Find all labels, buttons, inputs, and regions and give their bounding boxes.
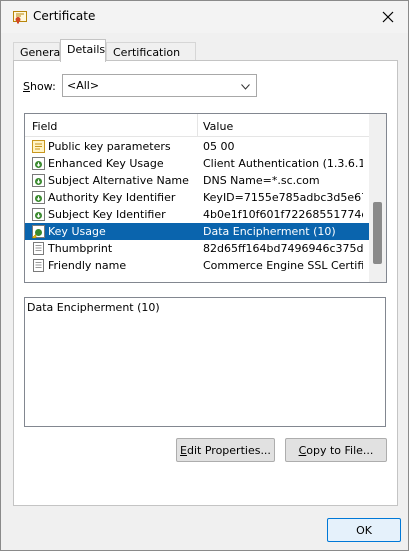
show-dropdown[interactable]: <All> [62,74,257,97]
edit-properties-button[interactable]: Edit Properties... [176,438,275,462]
show-label-mnemonic: S [23,80,30,93]
show-label: Show: [23,80,56,93]
list-row-friendly-name[interactable]: Friendly name Commerce Engine SSL Certif… [25,257,369,274]
field-name: Key Usage [48,225,106,238]
tab-general[interactable]: General [13,42,64,61]
field-value: KeyID=7155e785adbc3d5e67... [203,191,363,204]
extension-icon [31,190,46,205]
field-name: Subject Alternative Name [48,174,189,187]
list-row-thumbprint[interactable]: Thumbprint 82d65ff164bd7496946c375d1... [25,240,369,257]
tab-details[interactable]: Details [60,39,106,62]
property-icon [31,241,46,256]
tab-certification-path[interactable]: Certification Path [106,42,196,72]
field-name: Enhanced Key Usage [48,157,164,170]
edit-properties-label: dit Properties... [187,444,271,457]
list-rows: Public key parameters 05 00 Enhanced Key… [25,138,369,274]
critical-extension-icon [31,224,46,239]
property-icon [31,258,46,273]
edit-properties-mnemonic: E [180,444,187,457]
column-header-field[interactable]: Field [32,120,57,133]
close-icon [382,11,394,23]
field-name: Authority Key Identifier [48,191,176,204]
ok-button-label: OK [356,524,372,537]
ok-button[interactable]: OK [327,518,401,542]
field-value: 82d65ff164bd7496946c375d1... [203,242,363,255]
extension-icon [31,207,46,222]
chevron-down-icon [241,80,250,93]
certificate-icon [13,10,27,24]
show-dropdown-value: <All> [67,79,100,92]
field-value: Data Encipherment (10) [203,225,336,238]
field-detail-box[interactable]: Data Encipherment (10) [24,297,386,427]
list-row-enhanced-key-usage[interactable]: Enhanced Key Usage Client Authentication… [25,155,369,172]
show-label-text: how: [29,80,56,93]
close-button[interactable] [376,5,400,29]
list-row-subject-key-identifier[interactable]: Subject Key Identifier 4b0e1f10f601f7226… [25,206,369,223]
list-row-key-usage[interactable]: Key Usage Data Encipherment (10) [25,223,369,240]
tab-general-label: General [20,46,64,59]
field-value: 05 00 [203,140,235,153]
title-bar: Certificate [1,1,408,33]
extension-icon [31,156,46,171]
tab-details-label: Details [67,43,106,56]
window-title: Certificate [33,9,96,23]
field-value: Commerce Engine SSL Certificate [203,259,363,272]
field-name: Friendly name [48,259,127,272]
field-name: Subject Key Identifier [48,208,166,221]
column-divider[interactable] [197,114,198,137]
field-name: Public key parameters [48,140,171,153]
scrollbar-thumb[interactable] [373,202,382,264]
fields-list[interactable]: Field Value Public key parameters 05 00 … [24,113,387,283]
copy-to-file-button[interactable]: Copy to File... [285,438,387,462]
list-scrollbar[interactable] [369,114,386,282]
column-header-value[interactable]: Value [203,120,233,133]
copy-to-file-label: opy to File... [306,444,374,457]
extension-icon [31,173,46,188]
list-row-authority-key-identifier[interactable]: Authority Key Identifier KeyID=7155e785a… [25,189,369,206]
field-value: 4b0e1f10f601f72268551774c9... [203,208,363,221]
certificate-dialog: Certificate General Details Certificatio… [0,0,409,551]
field-name: Thumbprint [48,242,113,255]
field-value: Client Authentication (1.3.6.1.5.... [203,157,363,170]
list-row-subject-alternative-name[interactable]: Subject Alternative Name DNS Name=*.sc.c… [25,172,369,189]
list-header: Field Value [25,114,369,137]
certificate-field-icon [31,139,46,154]
list-row-public-key-parameters[interactable]: Public key parameters 05 00 [25,138,369,155]
field-value: DNS Name=*.sc.com [203,174,320,187]
